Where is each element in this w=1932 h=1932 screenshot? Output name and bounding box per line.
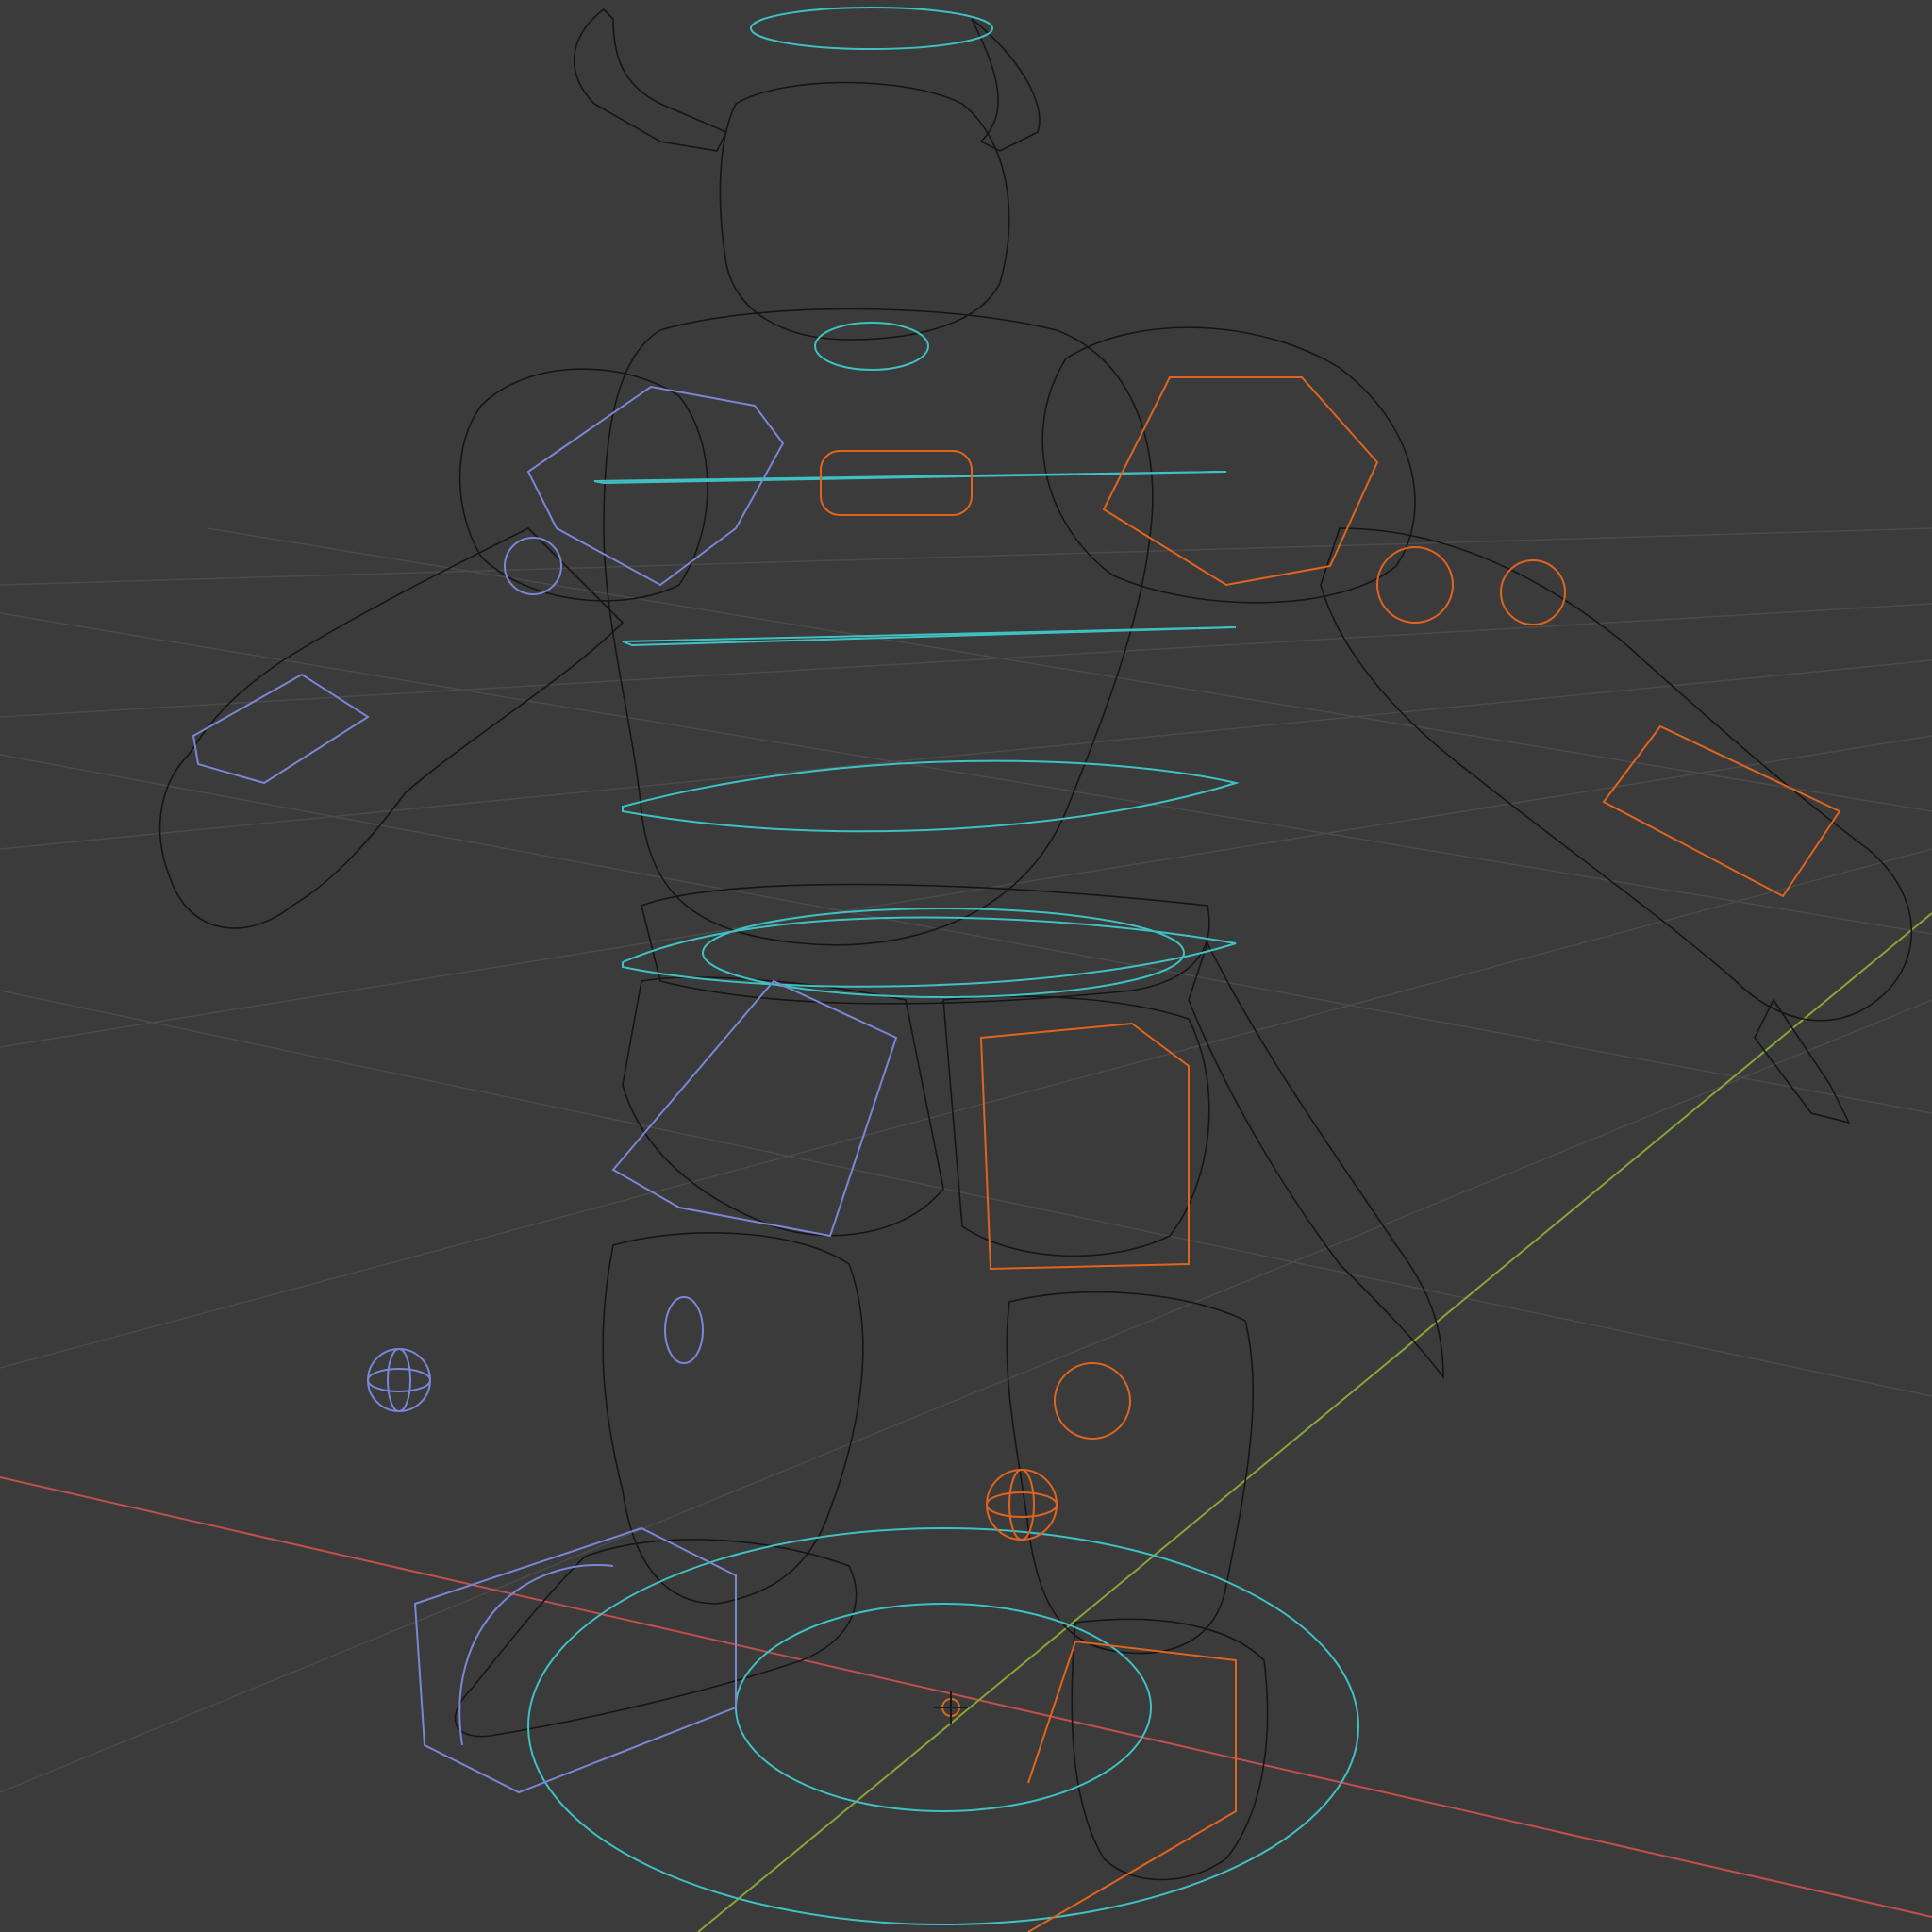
3d-viewport[interactable] bbox=[0, 0, 1932, 1932]
collar-control bbox=[820, 450, 973, 516]
right-shoulder-control bbox=[1102, 376, 1379, 587]
spine-control-mid bbox=[622, 759, 1240, 833]
left-wrist-control bbox=[192, 673, 370, 785]
center-spine-controls[interactable] bbox=[527, 7, 1359, 1925]
right-thigh-control bbox=[979, 1022, 1190, 1271]
root-control-outer bbox=[527, 1527, 1359, 1925]
chest-control bbox=[593, 471, 1227, 485]
pelvis-control bbox=[702, 908, 1185, 998]
floor-grid bbox=[0, 527, 1932, 1793]
left-shoulder-control bbox=[526, 385, 785, 587]
spine-control-upper bbox=[622, 626, 1237, 647]
character-mesh[interactable] bbox=[158, 8, 1913, 1881]
x-axis-line bbox=[0, 1476, 1932, 1918]
head-control bbox=[750, 7, 993, 50]
ik-target-sphere-icon[interactable] bbox=[367, 1348, 431, 1412]
left-foot-control bbox=[413, 1526, 737, 1794]
left-thigh-control bbox=[611, 979, 898, 1238]
left-elbow-control bbox=[504, 537, 562, 595]
right-knee-control bbox=[1054, 1362, 1131, 1440]
right-forearm-control bbox=[1500, 559, 1566, 625]
right-foot-control bbox=[1027, 1640, 1237, 1932]
left-knee-control bbox=[664, 1296, 704, 1364]
left-side-controls[interactable] bbox=[192, 385, 898, 1794]
neck-control bbox=[814, 322, 929, 371]
right-elbow-control bbox=[1376, 546, 1454, 624]
y-axis-line bbox=[697, 912, 1932, 1932]
left-heel-arc bbox=[458, 1564, 614, 1746]
right-wrist-control bbox=[1602, 724, 1841, 898]
